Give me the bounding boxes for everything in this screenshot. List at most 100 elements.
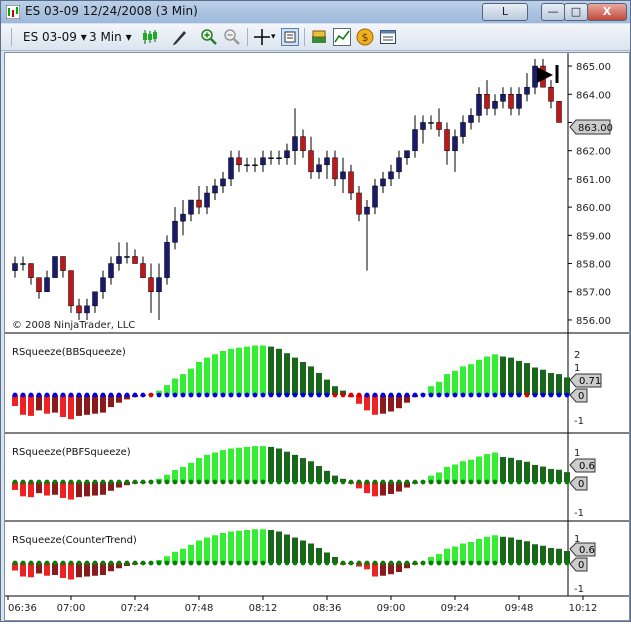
squeeze-dot	[100, 479, 106, 485]
candle-down	[508, 94, 514, 109]
instrument-icon[interactable]	[310, 28, 328, 46]
histogram-bar	[236, 447, 242, 482]
histogram-bar	[188, 462, 194, 482]
squeeze-dot	[292, 560, 298, 566]
squeeze-dot	[260, 560, 266, 566]
squeeze-dot	[308, 560, 314, 566]
candle-up	[180, 213, 186, 222]
squeeze-dot	[148, 560, 154, 566]
squeeze-dot	[324, 392, 330, 398]
histogram-bar	[196, 458, 202, 482]
squeeze-dot	[140, 392, 146, 398]
histogram-bar	[460, 461, 466, 482]
zoom-out-icon[interactable]	[223, 28, 241, 46]
squeeze-dot	[356, 392, 362, 398]
squeeze-dot	[404, 560, 410, 566]
squeeze-dot	[220, 479, 226, 485]
squeeze-dot	[300, 479, 306, 485]
indicator-zero-box: 0	[569, 476, 588, 491]
squeeze-dot	[524, 479, 530, 485]
strategy-icon[interactable]: $	[356, 28, 374, 46]
histogram-bar	[308, 366, 314, 395]
squeeze-dot	[196, 392, 202, 398]
tab-button[interactable]: L	[482, 3, 528, 21]
squeeze-dot	[492, 560, 498, 566]
histogram-bar	[52, 395, 58, 413]
properties-icon[interactable]	[379, 28, 397, 46]
candle-down	[140, 263, 146, 278]
maximize-button[interactable]: □	[564, 3, 588, 21]
indicators-icon[interactable]	[333, 28, 351, 46]
histogram-bar	[20, 395, 26, 415]
histogram-bar	[468, 542, 474, 563]
title-bar[interactable]: ES 03-09 12/24/2008 (3 Min) L — □ X	[1, 1, 630, 23]
squeeze-dot	[412, 560, 418, 566]
squeeze-dot	[508, 560, 514, 566]
crosshair-dropdown[interactable]: ▾	[271, 28, 276, 46]
candle-up	[396, 157, 402, 173]
candle-up	[412, 129, 418, 151]
chart-style-icon[interactable]	[141, 28, 159, 46]
candle-up	[204, 192, 210, 208]
squeeze-dot	[28, 560, 34, 566]
squeeze-dot	[420, 392, 426, 398]
chart-canvas[interactable]: 865.00 864.00 862.00 861.00 860.00 859.00 858.…	[5, 53, 629, 620]
candle-up	[468, 115, 474, 123]
candle-down	[300, 136, 306, 151]
histogram-bar	[236, 347, 242, 395]
squeeze-dot	[452, 392, 458, 398]
chart-area[interactable]: 865.00 864.00 862.00 861.00 860.00 859.00 858.…	[4, 52, 630, 621]
histogram-bar	[260, 345, 266, 395]
histogram-bar	[500, 356, 506, 395]
candle-up	[380, 178, 386, 187]
histogram-bar	[228, 348, 234, 395]
candle-up	[516, 94, 522, 109]
price-panel: 865.00 864.00 862.00 861.00 860.00 859.00 858.…	[12, 59, 613, 331]
squeeze-dot	[428, 392, 434, 398]
time-tick-label: 07:48	[185, 603, 214, 614]
histogram-bar	[300, 540, 306, 563]
squeeze-dot	[204, 392, 210, 398]
close-button[interactable]: X	[587, 3, 627, 21]
squeeze-dot	[92, 392, 98, 398]
squeeze-dot	[484, 479, 490, 485]
candle-down	[308, 150, 314, 173]
histogram-bar	[220, 351, 226, 395]
data-box-icon[interactable]	[281, 28, 299, 46]
candle-up	[276, 157, 282, 159]
indicator-countertrend-panel: RSqueeze(CounterTrend) 1 0 -1 0.6 0	[12, 529, 596, 595]
histogram-bar	[548, 373, 554, 395]
squeeze-dot	[428, 560, 434, 566]
candle-up	[268, 157, 274, 159]
minimize-button[interactable]: —	[541, 3, 565, 21]
squeeze-dot	[172, 479, 178, 485]
zoom-in-icon[interactable]	[200, 28, 218, 46]
histogram-bar	[228, 448, 234, 482]
histogram-bar	[28, 395, 34, 416]
candle-up	[404, 150, 410, 158]
histogram-bar	[372, 395, 378, 415]
histogram-bar	[492, 354, 498, 395]
squeeze-dot	[196, 560, 202, 566]
drawing-pen-icon[interactable]	[171, 28, 189, 46]
candle-up	[100, 277, 106, 292]
candle-up	[20, 263, 26, 265]
squeeze-dot	[36, 479, 42, 485]
squeeze-dot	[68, 479, 74, 485]
squeeze-dot	[556, 479, 562, 485]
candle-up	[124, 256, 130, 258]
histogram-bar	[492, 452, 498, 482]
candle-up	[284, 150, 290, 158]
squeeze-dot	[508, 479, 514, 485]
histogram-bar	[540, 369, 546, 395]
histogram-bar	[204, 357, 210, 395]
squeeze-dot	[12, 479, 18, 485]
crosshair-icon[interactable]	[253, 28, 271, 46]
squeeze-dot	[420, 560, 426, 566]
squeeze-dot	[100, 392, 106, 398]
histogram-bar	[452, 546, 458, 563]
time-axis: 06:36 07:00 07:24 07:48 08:12 08:36 09:00 09:24…	[7, 596, 597, 614]
interval-selector[interactable]: 3 Min ▾	[89, 28, 132, 46]
instrument-selector[interactable]: ES 03-09 ▾	[23, 28, 87, 46]
squeeze-dot	[44, 392, 50, 398]
